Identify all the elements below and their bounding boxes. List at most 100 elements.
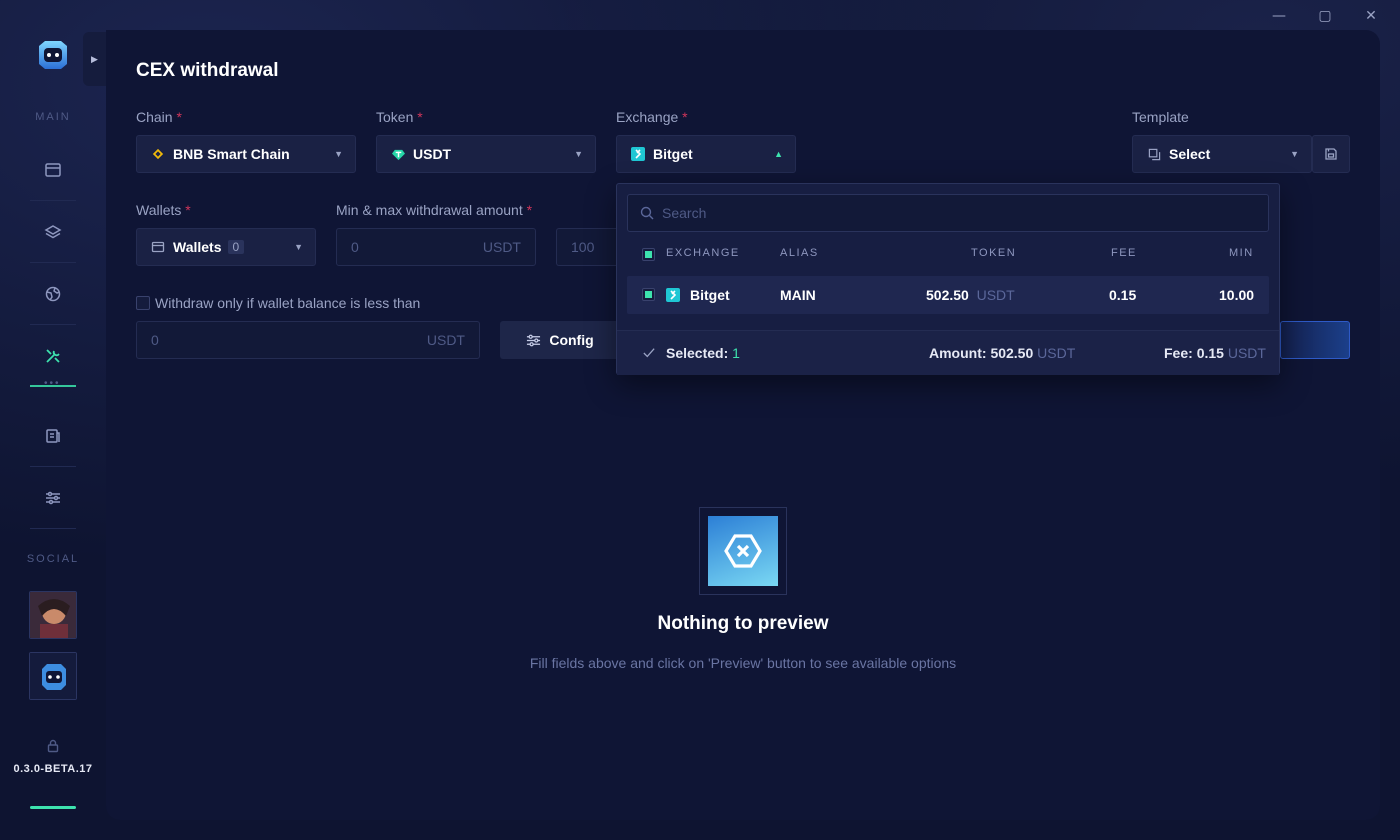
min-amount-input[interactable]: 0 USDT bbox=[336, 228, 536, 266]
wallets-label-text: Wallets bbox=[136, 202, 182, 218]
close-icon[interactable]: ✕ bbox=[1352, 6, 1390, 26]
token-select[interactable]: USDT ▼ bbox=[376, 135, 596, 173]
exchange-label: Exchange * bbox=[616, 109, 688, 125]
usdt-icon bbox=[391, 147, 405, 161]
row-checkbox[interactable] bbox=[642, 288, 655, 301]
empty-state-frame bbox=[699, 507, 787, 595]
maximize-icon[interactable]: ▢ bbox=[1306, 6, 1344, 26]
required-mark: * bbox=[176, 109, 182, 125]
row-min: 10.00 bbox=[1219, 287, 1255, 303]
dropdown-footer: Selected: 1 Amount: 502.50 USDT Fee: 0.1… bbox=[617, 330, 1279, 375]
config-button[interactable]: Config bbox=[500, 321, 620, 359]
amount-summary-value: 502.50 bbox=[990, 345, 1034, 361]
chain-label: Chain * bbox=[136, 109, 182, 125]
amount-summary: Amount: 502.50 USDT bbox=[929, 345, 1075, 361]
page-title: CEX withdrawal bbox=[136, 60, 279, 81]
nav-item-settings[interactable] bbox=[30, 468, 76, 529]
exchange-label-text: Exchange bbox=[616, 109, 679, 125]
document-icon bbox=[46, 429, 60, 443]
amount-summary-unit: USDT bbox=[1037, 345, 1076, 361]
wallet-icon bbox=[151, 240, 165, 254]
col-exchange: EXCHANGE bbox=[666, 247, 740, 259]
exchange-select[interactable]: Bitget ▲ bbox=[616, 135, 796, 173]
social-avatar-2[interactable] bbox=[29, 652, 77, 700]
row-fee: 0.15 bbox=[1109, 287, 1137, 303]
table-row[interactable]: Bitget MAIN 502.50 USDT 0.15 10.00 bbox=[627, 276, 1269, 314]
required-mark: * bbox=[682, 109, 688, 125]
config-button-label: Config bbox=[549, 332, 594, 348]
empty-state-title: Nothing to preview bbox=[657, 613, 829, 634]
template-value: Select bbox=[1169, 146, 1211, 162]
save-template-button[interactable] bbox=[1312, 135, 1350, 173]
template-label: Template bbox=[1132, 109, 1189, 125]
wallets-label: Wallets * bbox=[136, 202, 191, 218]
row-token-unit: USDT bbox=[976, 287, 1015, 303]
sliders-icon bbox=[46, 491, 60, 505]
minimize-icon[interactable]: — bbox=[1260, 6, 1298, 26]
chevron-down-icon: ▼ bbox=[574, 149, 583, 159]
chevron-right-icon: ▶ bbox=[91, 53, 98, 64]
search-icon bbox=[640, 206, 654, 220]
bnb-icon bbox=[151, 147, 165, 161]
required-mark: * bbox=[185, 202, 191, 218]
nav-item-docs[interactable] bbox=[30, 406, 76, 467]
main-panel: CEX withdrawal Chain * BNB Smart Chain ▼… bbox=[106, 30, 1380, 820]
template-select[interactable]: Select ▼ bbox=[1132, 135, 1312, 173]
chevron-up-icon: ▲ bbox=[774, 149, 783, 159]
token-label-text: Token bbox=[376, 109, 414, 125]
wallets-count-badge: 0 bbox=[227, 240, 245, 254]
balance-threshold-input[interactable]: 0 USDT bbox=[136, 321, 480, 359]
fee-summary: Fee: 0.15 USDT bbox=[1164, 345, 1266, 361]
more-dots: ••• bbox=[44, 378, 61, 389]
nav-item-layers[interactable] bbox=[30, 202, 76, 263]
check-icon bbox=[643, 348, 655, 358]
bot-logo-icon bbox=[30, 653, 76, 699]
bitget-icon bbox=[666, 288, 680, 307]
selected-count: 1 bbox=[732, 345, 740, 361]
app-logo-icon[interactable] bbox=[35, 38, 71, 72]
save-icon bbox=[1325, 148, 1337, 160]
row-token-value: 502.50 bbox=[926, 287, 969, 303]
globe-icon bbox=[45, 286, 61, 302]
social-avatar-1[interactable] bbox=[29, 591, 77, 639]
hexagon-x-icon bbox=[724, 534, 762, 568]
bitget-icon bbox=[631, 147, 645, 161]
nav-item-dashboard[interactable] bbox=[30, 140, 76, 201]
min-amount-placeholder: 0 bbox=[351, 239, 359, 255]
chain-select[interactable]: BNB Smart Chain ▼ bbox=[136, 135, 356, 173]
required-mark: * bbox=[417, 109, 423, 125]
empty-state-image bbox=[708, 516, 778, 586]
chevron-down-icon: ▼ bbox=[1290, 149, 1299, 159]
selected-summary: Selected: 1 bbox=[666, 345, 740, 361]
search-placeholder: Search bbox=[662, 205, 707, 221]
dropdown-search-input[interactable]: Search bbox=[627, 194, 1269, 232]
wallets-value: Wallets bbox=[173, 239, 222, 255]
fee-summary-label: Fee: bbox=[1164, 345, 1193, 361]
fee-summary-value: 0.15 bbox=[1196, 345, 1224, 361]
preview-button[interactable] bbox=[1280, 321, 1350, 359]
token-value: USDT bbox=[413, 146, 452, 162]
exchange-value: Bitget bbox=[653, 146, 693, 162]
lock-icon[interactable] bbox=[46, 739, 60, 758]
balance-checkbox[interactable] bbox=[136, 296, 150, 310]
copy-icon bbox=[1147, 147, 1161, 161]
col-min: MIN bbox=[1229, 247, 1254, 259]
select-all-checkbox[interactable] bbox=[642, 248, 655, 261]
sidebar: ▶ MAIN ••• SOCIAL 0.3.0-BETA.17 bbox=[0, 0, 106, 840]
required-mark: * bbox=[526, 202, 533, 218]
max-amount-placeholder: 100 bbox=[571, 239, 595, 255]
amount-summary-label: Amount: bbox=[929, 345, 987, 361]
sidebar-collapse-button[interactable]: ▶ bbox=[83, 32, 106, 86]
col-token: TOKEN bbox=[971, 247, 1017, 259]
max-amount-input[interactable]: 100 bbox=[556, 228, 616, 266]
empty-state-subtitle: Fill fields above and click on 'Preview'… bbox=[529, 655, 957, 671]
fee-summary-unit: USDT bbox=[1227, 345, 1266, 361]
nav-item-network[interactable] bbox=[30, 264, 76, 325]
unit-label: USDT bbox=[426, 332, 465, 348]
chain-label-text: Chain bbox=[136, 109, 173, 125]
version-bar bbox=[30, 806, 76, 809]
row-token: 502.50 USDT bbox=[926, 287, 1015, 303]
window-controls: — ▢ ✕ bbox=[1260, 6, 1390, 26]
token-label: Token * bbox=[376, 109, 423, 125]
wallets-select[interactable]: Wallets 0 ▼ bbox=[136, 228, 316, 266]
